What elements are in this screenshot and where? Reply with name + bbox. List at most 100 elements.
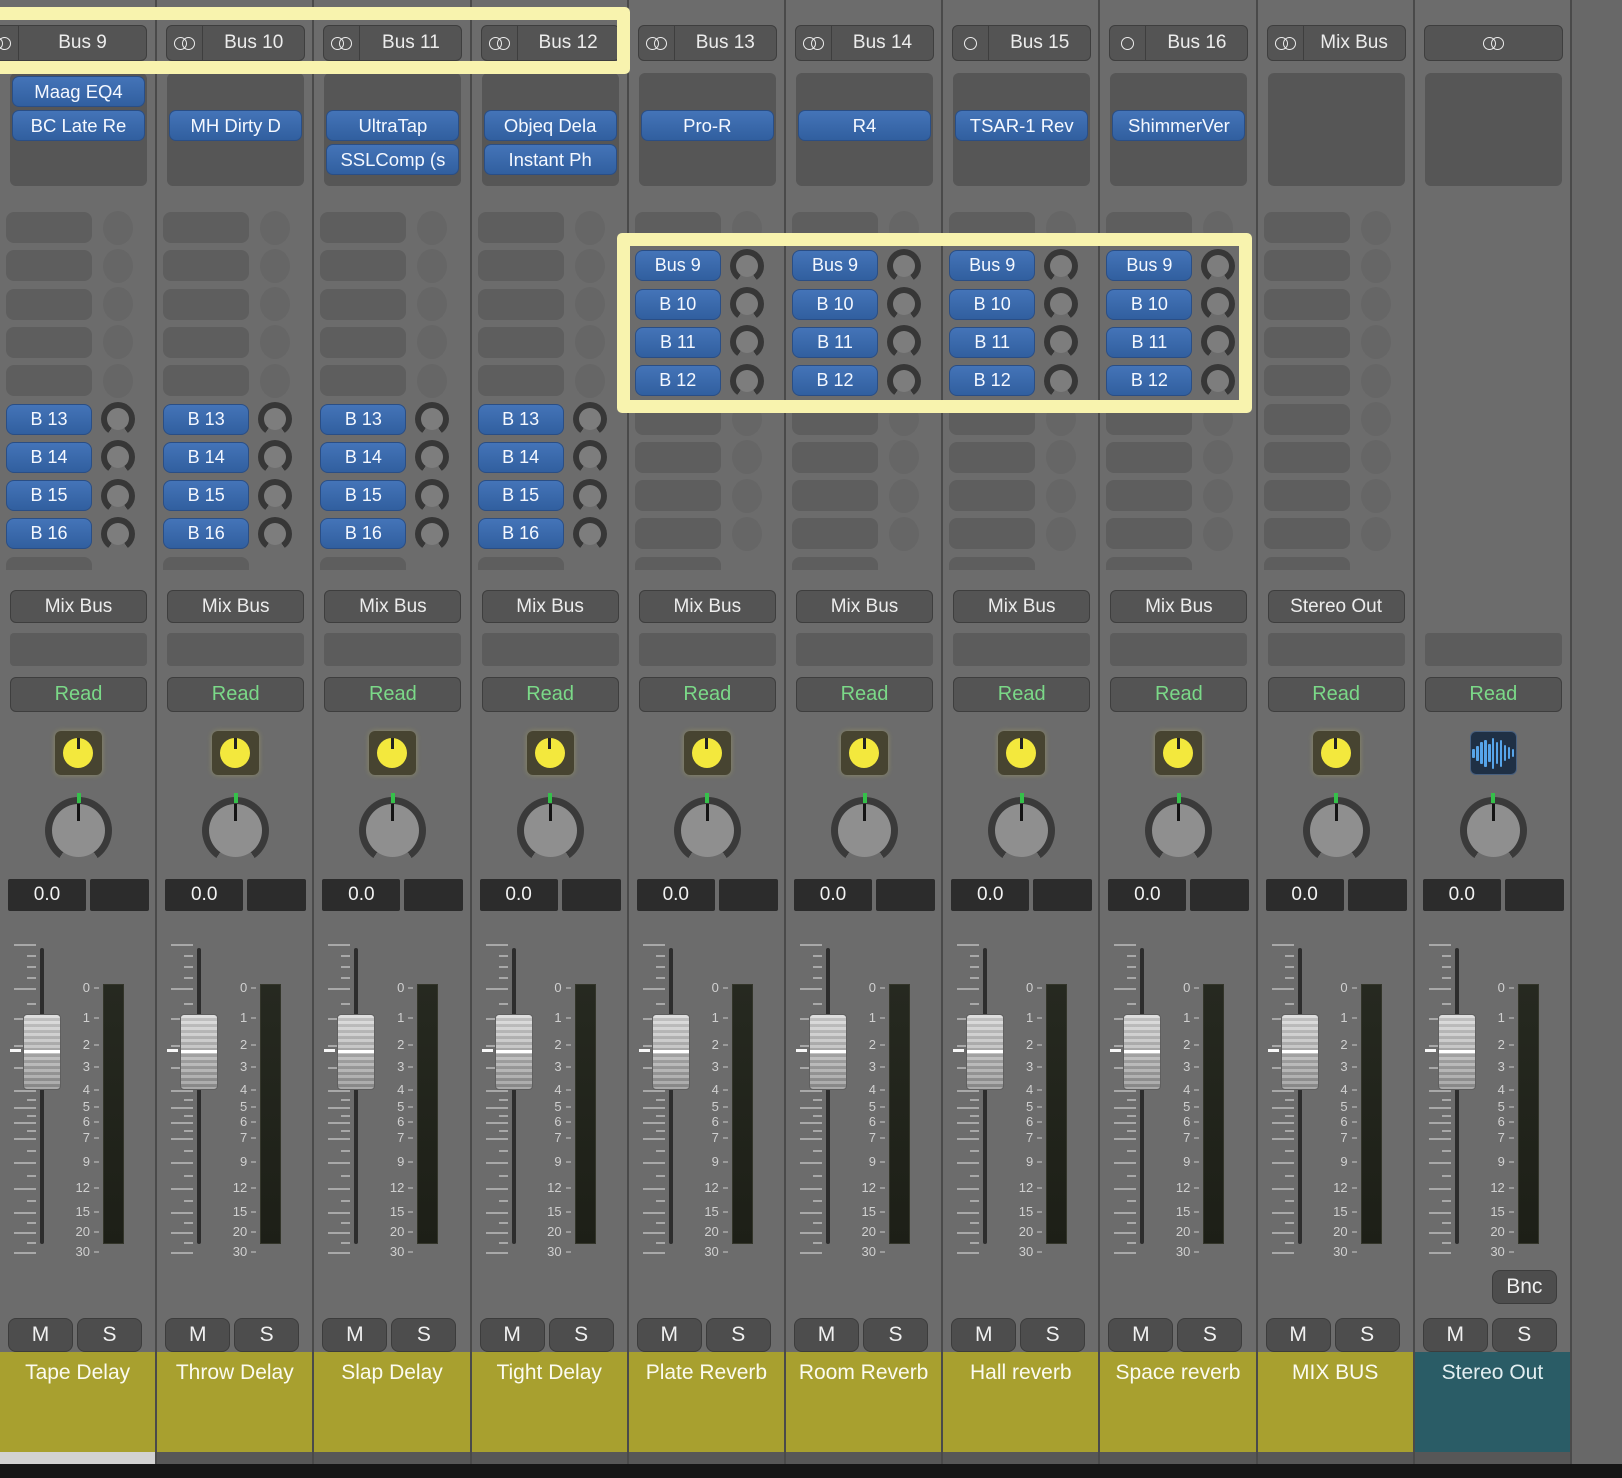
send-button[interactable]: B 16 xyxy=(163,518,249,549)
output-button[interactable]: Mix Bus xyxy=(639,590,776,623)
bus-header[interactable]: Bus 13 xyxy=(638,25,777,61)
send-slot-empty[interactable] xyxy=(1264,365,1350,396)
send-slot-empty[interactable] xyxy=(163,327,249,358)
send-knob[interactable] xyxy=(258,479,292,513)
send-button[interactable]: B 11 xyxy=(949,327,1035,358)
send-button[interactable]: B 14 xyxy=(320,442,406,473)
track-name[interactable]: Hall reverb xyxy=(943,1352,1098,1452)
send-slot-empty[interactable] xyxy=(478,365,564,396)
plugin-button[interactable]: TSAR-1 Rev xyxy=(955,110,1088,141)
fader-track[interactable] xyxy=(1455,948,1459,1244)
volume-value[interactable]: 0.0 xyxy=(322,879,400,911)
send-button[interactable]: B 10 xyxy=(949,289,1035,320)
send-slot-empty[interactable] xyxy=(635,404,721,435)
stereo-format-icon[interactable] xyxy=(1483,37,1504,50)
send-slot-empty[interactable] xyxy=(320,250,406,281)
send-button[interactable]: B 12 xyxy=(949,365,1035,396)
track-name[interactable]: Stereo Out xyxy=(1415,1352,1570,1452)
plugin-button[interactable]: ShimmerVer xyxy=(1112,110,1245,141)
send-button[interactable]: B 15 xyxy=(320,480,406,511)
fader-track[interactable] xyxy=(40,948,44,1244)
send-slot-empty[interactable] xyxy=(1264,250,1350,281)
send-button[interactable]: B 11 xyxy=(635,327,721,358)
send-knob[interactable] xyxy=(730,364,764,398)
bus-header[interactable]: Bus 11 xyxy=(323,25,462,61)
send-button[interactable]: B 13 xyxy=(478,404,564,435)
scrollbar-track[interactable] xyxy=(629,1452,784,1464)
pan-display-icon[interactable] xyxy=(1155,731,1202,775)
send-button[interactable]: B 13 xyxy=(163,404,249,435)
fader-track[interactable] xyxy=(1298,948,1302,1244)
plugin-button[interactable]: BC Late Re xyxy=(12,110,145,141)
send-button[interactable]: B 12 xyxy=(792,365,878,396)
volume-value[interactable]: 0.0 xyxy=(1108,879,1186,911)
scrollbar-thumb[interactable] xyxy=(0,1452,155,1464)
send-slot-empty[interactable] xyxy=(635,212,721,243)
plugin-button[interactable]: MH Dirty D xyxy=(169,110,302,141)
solo-button[interactable]: S xyxy=(706,1318,771,1352)
send-slot-empty[interactable] xyxy=(635,518,721,549)
send-button[interactable]: Bus 9 xyxy=(792,250,878,281)
mute-button[interactable]: M xyxy=(1266,1318,1331,1352)
send-knob[interactable] xyxy=(573,440,607,474)
fader-track[interactable] xyxy=(512,948,516,1244)
track-name[interactable]: Space reverb xyxy=(1100,1352,1255,1452)
send-button[interactable]: B 10 xyxy=(635,289,721,320)
mono-format-icon[interactable] xyxy=(964,37,977,50)
output-button[interactable]: Mix Bus xyxy=(167,590,304,623)
send-slot-empty[interactable] xyxy=(1264,442,1350,473)
output-button[interactable]: Mix Bus xyxy=(1110,590,1247,623)
send-knob[interactable] xyxy=(887,287,921,321)
send-slot-empty[interactable] xyxy=(792,480,878,511)
plugin-button[interactable]: UltraTap xyxy=(326,110,459,141)
fader-cap[interactable] xyxy=(180,1014,218,1090)
send-slot-empty[interactable] xyxy=(1106,480,1192,511)
pan-knob[interactable] xyxy=(1460,797,1527,864)
send-slot-empty[interactable] xyxy=(792,442,878,473)
output-button[interactable]: Stereo Out xyxy=(1268,590,1405,623)
send-knob[interactable] xyxy=(573,517,607,551)
stereo-format-icon[interactable] xyxy=(0,37,11,50)
send-knob[interactable] xyxy=(415,402,449,436)
track-name[interactable]: Room Reverb xyxy=(786,1352,941,1452)
solo-button[interactable]: S xyxy=(234,1318,299,1352)
solo-button[interactable]: S xyxy=(1020,1318,1085,1352)
send-slot-empty[interactable] xyxy=(6,250,92,281)
send-slot-empty[interactable] xyxy=(6,212,92,243)
solo-button[interactable]: S xyxy=(1177,1318,1242,1352)
automation-read-button[interactable]: Read xyxy=(639,677,776,712)
bus-header[interactable]: Bus 15 xyxy=(952,25,1091,61)
bus-header[interactable]: Bus 9 xyxy=(0,25,147,61)
pan-knob[interactable] xyxy=(1145,797,1212,864)
send-knob[interactable] xyxy=(101,479,135,513)
track-name[interactable]: Tight Delay xyxy=(472,1352,627,1452)
fader-cap[interactable] xyxy=(652,1014,690,1090)
send-slot-empty[interactable] xyxy=(320,327,406,358)
bus-format-cell[interactable] xyxy=(1268,26,1304,60)
send-knob[interactable] xyxy=(1201,325,1235,359)
send-button[interactable]: B 12 xyxy=(635,365,721,396)
send-slot-empty[interactable] xyxy=(478,327,564,358)
volume-value[interactable]: 0.0 xyxy=(1266,879,1344,911)
group-box[interactable] xyxy=(482,633,619,666)
automation-read-button[interactable]: Read xyxy=(953,677,1090,712)
pan-display-icon[interactable] xyxy=(55,731,102,775)
send-slot-empty[interactable] xyxy=(949,212,1035,243)
send-slot-empty[interactable] xyxy=(1106,518,1192,549)
send-button[interactable]: B 13 xyxy=(320,404,406,435)
stereo-format-icon[interactable] xyxy=(174,37,195,50)
mute-button[interactable]: M xyxy=(794,1318,859,1352)
scrollbar-track[interactable] xyxy=(0,1452,155,1464)
output-button[interactable]: Mix Bus xyxy=(482,590,619,623)
scrollbar-track[interactable] xyxy=(314,1452,469,1464)
send-knob[interactable] xyxy=(730,249,764,283)
mute-button[interactable]: M xyxy=(165,1318,230,1352)
bus-format-cell[interactable] xyxy=(482,26,518,60)
pan-display-icon[interactable] xyxy=(527,731,574,775)
stereo-format-icon[interactable] xyxy=(489,37,510,50)
bus-format-cell[interactable] xyxy=(1110,26,1146,60)
solo-button[interactable]: S xyxy=(1335,1318,1400,1352)
automation-read-button[interactable]: Read xyxy=(324,677,461,712)
bounce-button[interactable]: Bnc xyxy=(1492,1270,1557,1304)
pan-knob[interactable] xyxy=(517,797,584,864)
